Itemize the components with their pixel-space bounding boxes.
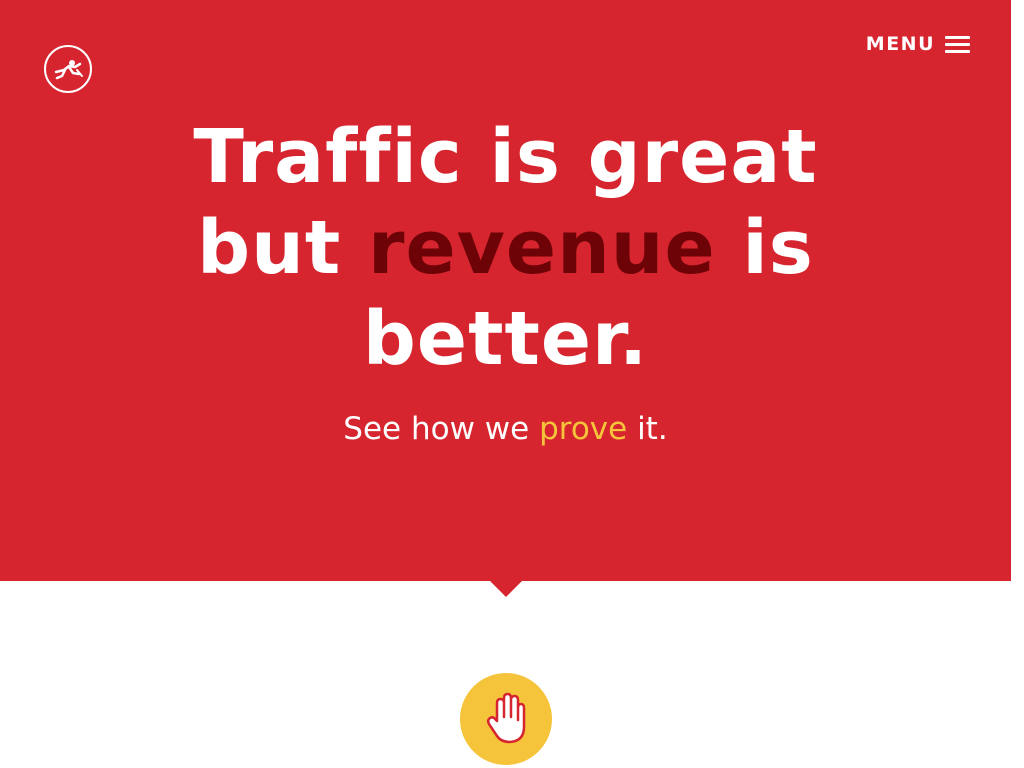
hand-badge [460, 673, 552, 765]
headline-accent-word: revenue [367, 205, 716, 291]
hamburger-icon [945, 35, 970, 53]
hero-headline: Traffic is great but revenue is better. [0, 112, 1011, 385]
menu-button[interactable]: MENU [866, 33, 970, 55]
hero-subheadline: See how we prove it. [0, 409, 1011, 449]
headline-line-2-start: but [197, 205, 368, 291]
scrollbar-gutter [1011, 0, 1024, 768]
hero-section: MENU Traffic is great but revenue is bet… [0, 0, 1011, 581]
subhead-text-start: See how we [343, 411, 540, 447]
section-pointer-arrow [489, 580, 523, 597]
headline-line-3: better. [362, 296, 649, 382]
headline-line-2-end: is [715, 205, 814, 291]
subhead-text-end: it. [627, 411, 668, 447]
logo[interactable] [44, 45, 92, 93]
raised-hand-icon [486, 692, 526, 744]
headline-line-1: Traffic is great [193, 114, 818, 200]
menu-label: MENU [865, 33, 935, 55]
skydiver-logo-icon [54, 60, 83, 80]
subhead-highlight-word[interactable]: prove [539, 411, 627, 447]
